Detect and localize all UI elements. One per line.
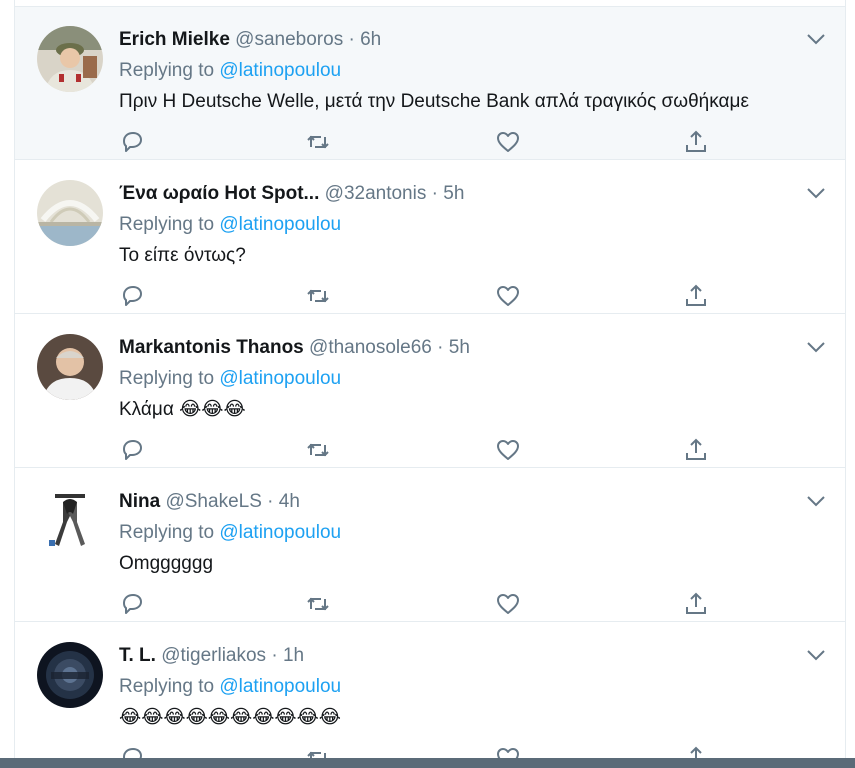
share-icon[interactable] <box>683 591 709 617</box>
tweet-header: Ένα ωραίο Hot Spot... @32antonis · 5h <box>119 181 464 207</box>
separator: · <box>267 491 274 512</box>
share-icon[interactable] <box>683 129 709 155</box>
timestamp[interactable]: 5h <box>443 183 464 204</box>
display-name[interactable]: Ένα ωραίο Hot Spot... <box>119 183 319 204</box>
tweet-text: Πριν Η Deutsche Welle, μετά την Deutsche… <box>119 91 749 112</box>
tweet-actions <box>119 129 719 155</box>
chevron-down-icon[interactable] <box>805 493 827 509</box>
share-icon[interactable] <box>683 283 709 309</box>
replying-to-label: Replying to <box>119 522 215 543</box>
replying-to-mention[interactable]: @latinopoulou <box>219 60 341 81</box>
tweet-header: Erich Mielke @saneboros · 6h <box>119 27 381 53</box>
separator: · <box>437 337 444 358</box>
replying-to-label: Replying to <box>119 368 215 389</box>
separator: · <box>348 29 355 50</box>
reply-icon[interactable] <box>119 283 145 309</box>
thread-top-border <box>15 0 845 7</box>
username[interactable]: @32antonis <box>325 183 427 204</box>
horizontal-scrollbar[interactable] <box>0 758 855 768</box>
avatar[interactable] <box>37 26 103 92</box>
separator: · <box>271 645 278 666</box>
display-name[interactable]: Markantonis Thanos <box>119 337 304 358</box>
retweet-icon[interactable] <box>305 129 331 155</box>
reply-icon[interactable] <box>119 129 145 155</box>
replying-to-label: Replying to <box>119 214 215 235</box>
replying-to: Replying to @latinopoulou <box>119 58 341 84</box>
display-name[interactable]: Nina <box>119 491 160 512</box>
tweet-header: T. L. @tigerliakos · 1h <box>119 643 304 669</box>
chevron-down-icon[interactable] <box>805 647 827 663</box>
tweet-header: Markantonis Thanos @thanosole66 · 5h <box>119 335 470 361</box>
username[interactable]: @ShakeLS <box>165 491 261 512</box>
tweet-actions <box>119 591 719 617</box>
tweet-text: 😂😂😂😂😂😂😂😂😂😂 <box>119 707 342 728</box>
chevron-down-icon[interactable] <box>805 31 827 47</box>
avatar[interactable] <box>37 334 103 400</box>
heart-icon[interactable] <box>495 283 521 309</box>
replying-to: Replying to @latinopoulou <box>119 674 341 700</box>
share-icon[interactable] <box>683 437 709 463</box>
tweet-text: Το είπε όντως? <box>119 245 246 266</box>
display-name[interactable]: T. L. <box>119 645 156 666</box>
replying-to-label: Replying to <box>119 60 215 81</box>
tweet[interactable]: Ένα ωραίο Hot Spot... @32antonis · 5h Re… <box>15 161 845 314</box>
heart-icon[interactable] <box>495 129 521 155</box>
replying-to-mention[interactable]: @latinopoulou <box>219 522 341 543</box>
replying-to: Replying to @latinopoulou <box>119 212 341 238</box>
chevron-down-icon[interactable] <box>805 339 827 355</box>
avatar[interactable] <box>37 180 103 246</box>
separator: · <box>431 183 438 204</box>
timestamp[interactable]: 5h <box>449 337 470 358</box>
retweet-icon[interactable] <box>305 283 331 309</box>
username[interactable]: @tigerliakos <box>161 645 266 666</box>
timestamp[interactable]: 1h <box>283 645 304 666</box>
replying-to: Replying to @latinopoulou <box>119 366 341 392</box>
tweet[interactable]: Nina @ShakeLS · 4h Replying to @latinopo… <box>15 469 845 622</box>
chevron-down-icon[interactable] <box>805 185 827 201</box>
heart-icon[interactable] <box>495 591 521 617</box>
tweet-text: Κλάμα 😂😂😂 <box>119 399 246 420</box>
avatar[interactable] <box>37 488 103 554</box>
reply-thread: Erich Mielke @saneboros · 6h Replying to… <box>14 0 846 768</box>
display-name[interactable]: Erich Mielke <box>119 29 230 50</box>
reply-icon[interactable] <box>119 437 145 463</box>
replying-to: Replying to @latinopoulou <box>119 520 341 546</box>
retweet-icon[interactable] <box>305 437 331 463</box>
tweet[interactable]: T. L. @tigerliakos · 1h Replying to @lat… <box>15 623 845 768</box>
replying-to-mention[interactable]: @latinopoulou <box>219 368 341 389</box>
tweet-text: Omgggggg <box>119 553 214 574</box>
tweet-header: Nina @ShakeLS · 4h <box>119 489 300 515</box>
username[interactable]: @thanosole66 <box>309 337 432 358</box>
replying-to-mention[interactable]: @latinopoulou <box>219 214 341 235</box>
timestamp[interactable]: 4h <box>279 491 300 512</box>
tweet-actions <box>119 437 719 463</box>
heart-icon[interactable] <box>495 437 521 463</box>
retweet-icon[interactable] <box>305 591 331 617</box>
timestamp[interactable]: 6h <box>360 29 381 50</box>
reply-icon[interactable] <box>119 591 145 617</box>
tweet[interactable]: Markantonis Thanos @thanosole66 · 5h Rep… <box>15 315 845 468</box>
replying-to-mention[interactable]: @latinopoulou <box>219 676 341 697</box>
replying-to-label: Replying to <box>119 676 215 697</box>
tweet[interactable]: Erich Mielke @saneboros · 6h Replying to… <box>15 7 845 160</box>
avatar[interactable] <box>37 642 103 708</box>
username[interactable]: @saneboros <box>235 29 343 50</box>
tweet-actions <box>119 283 719 309</box>
